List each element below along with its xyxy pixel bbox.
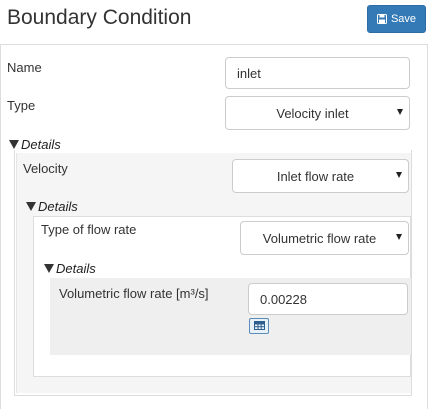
velocity-select[interactable]: Inlet flow rate bbox=[232, 159, 409, 193]
flow-type-select[interactable]: Volumetric flow rate bbox=[240, 221, 409, 255]
save-button-label: Save bbox=[390, 13, 417, 25]
volumetric-flow-rate-input[interactable]: 0.00228 bbox=[248, 283, 408, 315]
volumetric-flow-rate-label: Volumetric flow rate [m³/s] bbox=[59, 286, 209, 301]
triangle-down-icon bbox=[9, 140, 19, 149]
caret-down-icon bbox=[396, 234, 402, 240]
type-select-value: Velocity inlet bbox=[276, 105, 349, 121]
type-label: Type bbox=[7, 98, 36, 113]
page-title: Boundary Condition bbox=[7, 6, 192, 29]
flow-type-select-value: Volumetric flow rate bbox=[262, 230, 377, 246]
flow-type-label: Type of flow rate bbox=[41, 222, 137, 237]
velocity-label: Velocity bbox=[23, 161, 68, 176]
triangle-down-icon bbox=[26, 202, 36, 211]
triangle-down-icon bbox=[44, 264, 54, 273]
caret-down-icon bbox=[397, 109, 403, 115]
details-toggle-2[interactable]: Details bbox=[26, 199, 78, 214]
caret-down-icon bbox=[396, 172, 402, 178]
type-select[interactable]: Velocity inlet bbox=[225, 96, 410, 130]
details-toggle-3[interactable]: Details bbox=[44, 261, 96, 276]
save-button[interactable]: Save bbox=[367, 5, 426, 33]
floppy-disk-icon bbox=[376, 14, 387, 24]
header: Boundary Condition Save bbox=[0, 0, 428, 40]
table-icon bbox=[253, 317, 265, 335]
details-heading-3: Details bbox=[56, 261, 96, 276]
name-label: Name bbox=[7, 60, 42, 75]
name-input[interactable]: inlet bbox=[225, 57, 410, 89]
table-button[interactable] bbox=[249, 318, 269, 334]
velocity-select-value: Inlet flow rate bbox=[276, 168, 355, 184]
details-heading-2: Details bbox=[38, 199, 78, 214]
